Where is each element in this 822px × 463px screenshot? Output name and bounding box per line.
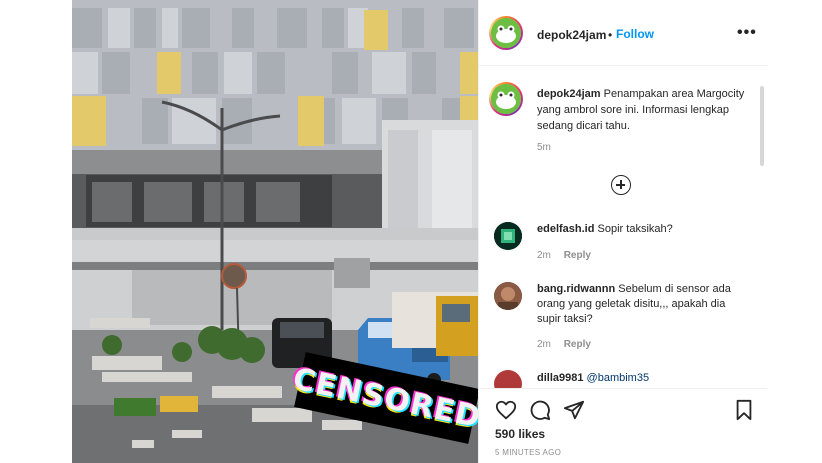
frog-logo-icon (491, 18, 521, 48)
reply-button[interactable]: Reply (564, 339, 591, 350)
follow-button[interactable]: Follow (616, 27, 654, 41)
post-side-panel: depok24jam • Follow ••• depok24jam Penam… (478, 0, 767, 463)
instagram-post-embed: CENSORED depok24jam • Follow ••• depok24… (72, 0, 767, 463)
caption-avatar[interactable] (489, 82, 523, 116)
paper-plane-icon[interactable] (563, 399, 585, 421)
scrollbar[interactable] (760, 86, 764, 166)
like-count[interactable]: 590 likes (495, 427, 545, 441)
bookmark-icon[interactable] (733, 399, 755, 421)
comment-text: edelfash.id Sopir taksikah? (537, 222, 737, 237)
comment-time: 2m (537, 250, 551, 261)
post-actions: 590 likes 5 MINUTES AGO (479, 388, 767, 463)
comment-mention[interactable]: @bambim35 (587, 372, 650, 384)
comment-username[interactable]: dilla9981 (537, 372, 583, 384)
comment-text: bang.ridwannn Sebelum di sensor ada oran… (537, 282, 737, 327)
comment-meta: 2m Reply (537, 250, 591, 261)
reply-button[interactable]: Reply (564, 250, 591, 261)
comment-body: Sopir taksikah? (597, 223, 673, 235)
heart-icon[interactable] (495, 399, 517, 421)
post-timestamp: 5 MINUTES AGO (495, 448, 562, 457)
more-options-icon[interactable]: ••• (737, 24, 757, 42)
profile-avatar[interactable] (489, 16, 523, 50)
post-photo[interactable]: CENSORED (72, 0, 478, 463)
comment-text: dilla9981 @bambim35 (537, 371, 737, 386)
comment-meta: 2m Reply (537, 339, 591, 350)
comment-avatar[interactable] (494, 282, 522, 310)
frog-logo-icon (491, 84, 521, 114)
post-caption: depok24jam Penampakan area Margocity yan… (537, 86, 749, 134)
comment-username[interactable]: bang.ridwannn (537, 283, 615, 295)
comment-avatar[interactable] (494, 222, 522, 250)
comment-username[interactable]: edelfash.id (537, 223, 594, 235)
header-username[interactable]: depok24jam (537, 28, 606, 42)
caption-timestamp: 5m (537, 142, 551, 153)
plus-circle-icon[interactable] (611, 175, 631, 195)
header-separator: • (608, 28, 613, 42)
post-header: depok24jam • Follow ••• (479, 0, 767, 66)
comment-icon[interactable] (529, 399, 551, 421)
caption-username[interactable]: depok24jam (537, 88, 601, 100)
comment-time: 2m (537, 339, 551, 350)
